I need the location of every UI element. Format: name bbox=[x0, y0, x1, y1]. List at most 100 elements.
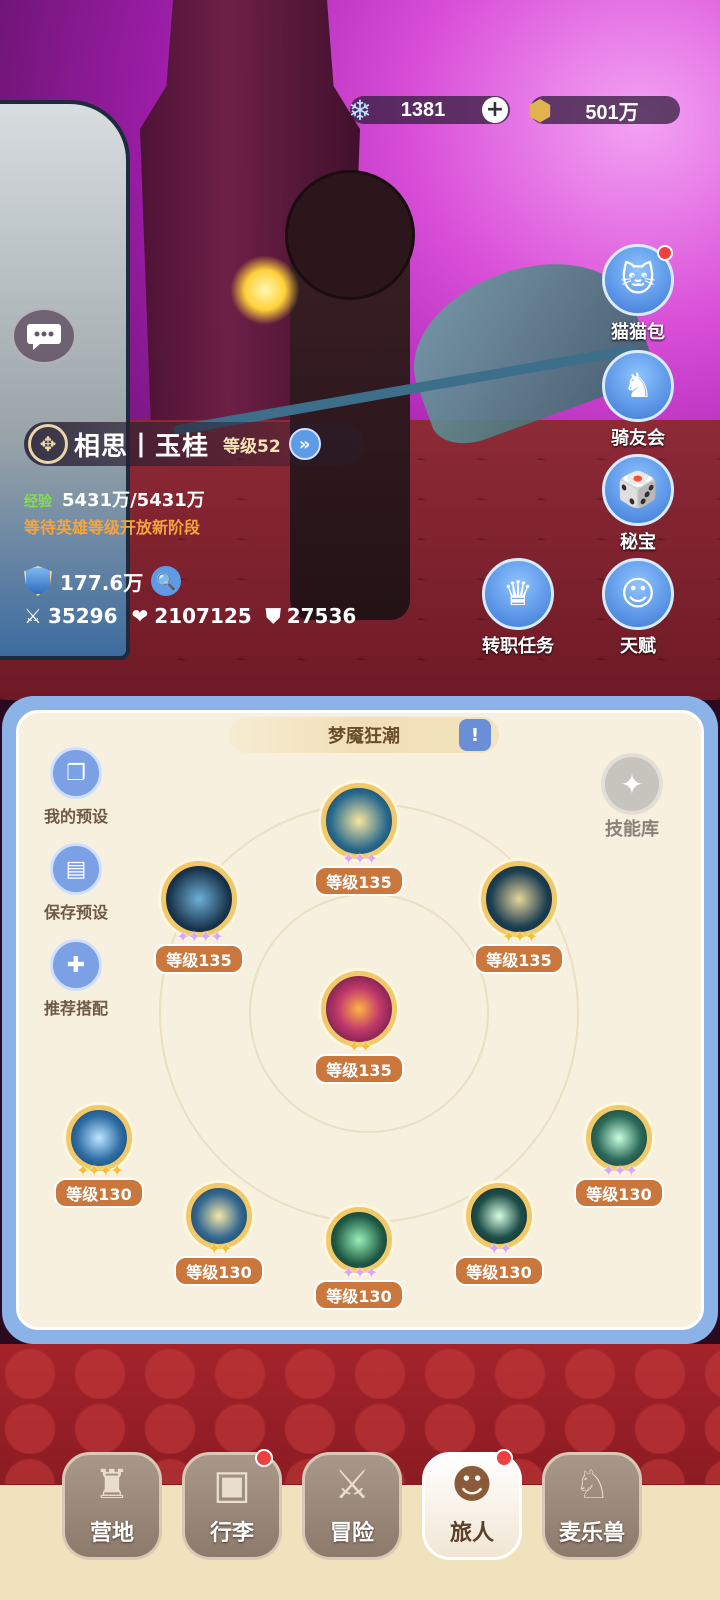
level-up-button[interactable]: » bbox=[288, 428, 321, 460]
crystal-counter[interactable]: ❄ 1381 + bbox=[348, 94, 510, 127]
skill-orb-icon bbox=[161, 861, 237, 937]
chat-bubble-icon bbox=[27, 324, 61, 350]
job-change-quest-label: 转职任务 bbox=[482, 636, 554, 657]
nav-label-camp: 营地 bbox=[89, 1521, 134, 1546]
skill-panel-inner: 梦魇狂潮 ! ❐ 我的预设 ▤ 保存预设 ✚ 推荐搭配 ✦ 技能库 ✦✦✦ 等级… bbox=[16, 710, 704, 1330]
character-level: 等级52 bbox=[223, 436, 281, 457]
skill-slot[interactable]: ✦✦✦✦ 等级135 bbox=[144, 861, 254, 974]
treasure-button[interactable]: 🎲 秘宝 bbox=[596, 454, 680, 554]
experience-row: 经验 5431万/5431万 bbox=[24, 486, 205, 512]
level-hint: 等待英雄等级开放新阶段 bbox=[24, 518, 201, 537]
skill-slot[interactable]: ✦✦✦ 等级130 bbox=[304, 1207, 414, 1310]
crossed-swords-icon: ⚔ bbox=[24, 604, 42, 628]
notification-dot bbox=[255, 1449, 273, 1467]
skill-slot[interactable]: ✦✦✦✦ 等级130 bbox=[44, 1105, 154, 1208]
save-preset-button[interactable]: ▤ 保存预设 bbox=[31, 843, 121, 923]
skill-stars: ✦✦✦✦ bbox=[76, 1161, 124, 1180]
skill-library-button[interactable]: ✦ 技能库 bbox=[587, 753, 677, 841]
gold-coin-icon: ⬢ bbox=[527, 93, 553, 127]
nav-label-pets: 麦乐兽 bbox=[558, 1521, 625, 1546]
my-presets-label: 我的预设 bbox=[43, 807, 108, 826]
save-preset-label: 保存预设 bbox=[43, 903, 108, 922]
preset-cards-icon: ❐ bbox=[50, 747, 102, 799]
heart-icon: ❤ bbox=[131, 604, 149, 628]
nav-tab-adventure[interactable]: ⚔ 冒险 bbox=[302, 1452, 402, 1560]
talent-button[interactable]: ☺ 天赋 bbox=[596, 558, 680, 658]
skill-orb-icon bbox=[481, 861, 557, 937]
skill-slot[interactable]: ✦✦✦ 等级135 bbox=[304, 783, 414, 896]
my-presets-button[interactable]: ❐ 我的预设 bbox=[31, 747, 121, 827]
add-crystal-button[interactable]: + bbox=[482, 97, 508, 123]
nav-label-adventure: 冒险 bbox=[329, 1521, 374, 1546]
treasure-icon: 🎲 bbox=[602, 454, 674, 526]
skill-stars: ✦✦ bbox=[207, 1239, 233, 1258]
job-change-quest-button[interactable]: ♛ 转职任务 bbox=[476, 558, 560, 658]
power-shield-icon bbox=[24, 566, 52, 596]
exp-value: 5431万/5431万 bbox=[62, 490, 205, 511]
nav-label-traveler: 旅人 bbox=[449, 1521, 494, 1546]
power-detail-button[interactable]: 🔍 bbox=[151, 566, 182, 596]
skill-info-book-icon[interactable]: ! bbox=[459, 719, 491, 751]
skill-slot[interactable]: ✦✦✦ 等级135 bbox=[464, 861, 574, 974]
nav-label-luggage: 行李 bbox=[209, 1521, 254, 1546]
skill-stars: ✦✦ bbox=[487, 1239, 513, 1258]
skill-level-badge: 等级135 bbox=[314, 866, 404, 896]
skill-slot[interactable]: ✦✦ 等级130 bbox=[444, 1183, 554, 1286]
sparkle-effect bbox=[230, 255, 300, 325]
skill-level-badge: 等级130 bbox=[454, 1256, 544, 1286]
skill-level-badge: 等级135 bbox=[314, 1054, 404, 1084]
attack-stat: ⚔ 35296 bbox=[24, 604, 118, 628]
skill-slot[interactable]: ✦✦ 等级135 bbox=[304, 971, 414, 1084]
recommended-build-button[interactable]: ✚ 推荐搭配 bbox=[31, 939, 121, 1019]
nav-tab-pets[interactable]: ♘ 麦乐兽 bbox=[542, 1452, 642, 1560]
skill-orb-icon bbox=[321, 783, 397, 859]
nav-tab-camp[interactable]: ♜ 营地 bbox=[62, 1452, 162, 1560]
skill-level-badge: 等级130 bbox=[314, 1280, 404, 1310]
skill-level-badge: 等级130 bbox=[54, 1178, 144, 1208]
hp-stat: ❤ 2107125 bbox=[132, 604, 252, 628]
chat-button[interactable] bbox=[12, 308, 76, 364]
skill-panel: 梦魇狂潮 ! ❐ 我的预设 ▤ 保存预设 ✚ 推荐搭配 ✦ 技能库 ✦✦✦ 等级… bbox=[2, 696, 718, 1344]
rider-club-label: 骑友会 bbox=[611, 428, 665, 449]
skill-library-icon: ✦ bbox=[601, 753, 663, 815]
attack-value: 35296 bbox=[47, 604, 118, 628]
defense-value: 27536 bbox=[286, 604, 357, 628]
hp-value: 2107125 bbox=[154, 604, 252, 628]
treasure-label: 秘宝 bbox=[620, 532, 656, 553]
character-name-bar: ✥ 相思丨玉桂 等级52 » bbox=[24, 422, 364, 466]
character-name: 相思丨玉桂 bbox=[74, 431, 210, 462]
power-value: 177.6万 bbox=[60, 570, 144, 595]
nav-tab-traveler[interactable]: ☻ 旅人 bbox=[422, 1449, 522, 1560]
castle-icon: ♜ bbox=[94, 1462, 130, 1508]
defense-stat: ⛊ 27536 bbox=[266, 604, 357, 628]
nav-tab-luggage[interactable]: ▣ 行李 bbox=[182, 1449, 282, 1560]
cat-bag-icon: 🐱 bbox=[602, 244, 674, 316]
skill-slot[interactable]: ✦✦ 等级130 bbox=[164, 1183, 274, 1286]
exp-label: 经验 bbox=[24, 494, 52, 510]
skill-stars: ✦✦✦✦ bbox=[176, 927, 224, 946]
skill-level-badge: 等级130 bbox=[574, 1178, 664, 1208]
skill-library-label: 技能库 bbox=[605, 819, 659, 840]
skill-stars: ✦✦ bbox=[347, 1037, 373, 1056]
gold-counter[interactable]: ⬢ 501万 bbox=[528, 94, 680, 127]
power-row: 177.6万 🔍 bbox=[24, 566, 182, 596]
crossed-swords-icon: ⚔ bbox=[334, 1462, 370, 1508]
horse-icon: ♞ bbox=[602, 350, 674, 422]
recommended-build-label: 推荐搭配 bbox=[43, 999, 108, 1018]
shield-icon: ⛊ bbox=[265, 604, 281, 628]
class-emblem-icon: ✥ bbox=[28, 424, 68, 464]
skill-level-badge: 等级130 bbox=[174, 1256, 264, 1286]
cat-bag-button[interactable]: 🐱 猫猫包 bbox=[596, 244, 680, 344]
crown-icon: ♛ bbox=[482, 558, 554, 630]
skill-stars: ✦✦✦ bbox=[601, 1161, 638, 1180]
rider-club-button[interactable]: ♞ 骑友会 bbox=[596, 350, 680, 450]
save-icon: ▤ bbox=[50, 843, 102, 895]
skill-stars: ✦✦✦ bbox=[341, 1263, 378, 1282]
skill-stars: ✦✦✦ bbox=[501, 927, 538, 946]
skill-level-badge: 等级135 bbox=[154, 944, 244, 974]
crystal-icon: ❄ bbox=[348, 93, 372, 127]
notification-dot bbox=[495, 1449, 513, 1467]
skill-slot[interactable]: ✦✦✦ 等级130 bbox=[564, 1105, 674, 1208]
skill-stars: ✦✦✦ bbox=[341, 849, 378, 868]
character-head bbox=[285, 170, 415, 300]
